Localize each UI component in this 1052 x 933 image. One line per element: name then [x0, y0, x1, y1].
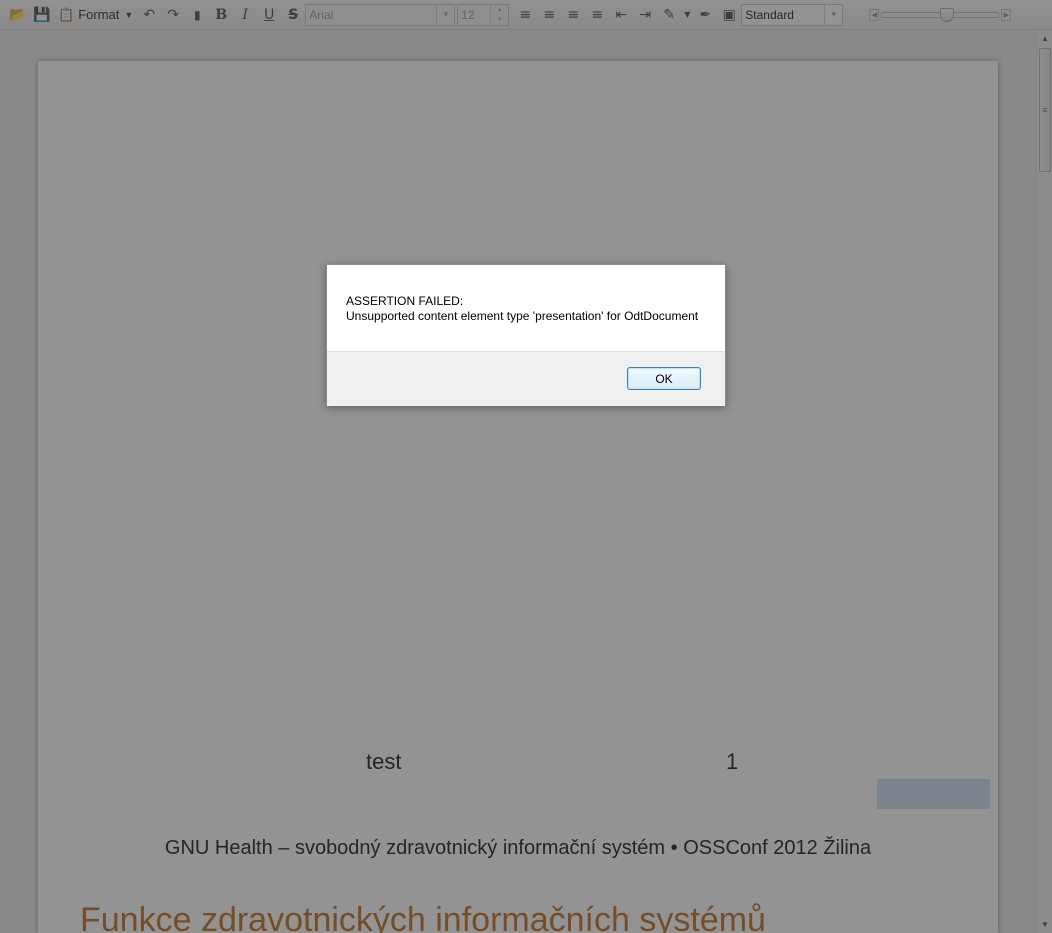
dialog-message: ASSERTION FAILED: Unsupported content el… [327, 265, 725, 351]
ok-button[interactable]: OK [627, 367, 701, 390]
dialog-message-title: ASSERTION FAILED: [346, 294, 464, 308]
alert-dialog: ASSERTION FAILED: Unsupported content el… [326, 264, 726, 406]
dialog-message-detail: Unsupported content element type 'presen… [346, 309, 699, 323]
dialog-footer: OK [327, 351, 725, 406]
modal-overlay [0, 0, 1052, 933]
